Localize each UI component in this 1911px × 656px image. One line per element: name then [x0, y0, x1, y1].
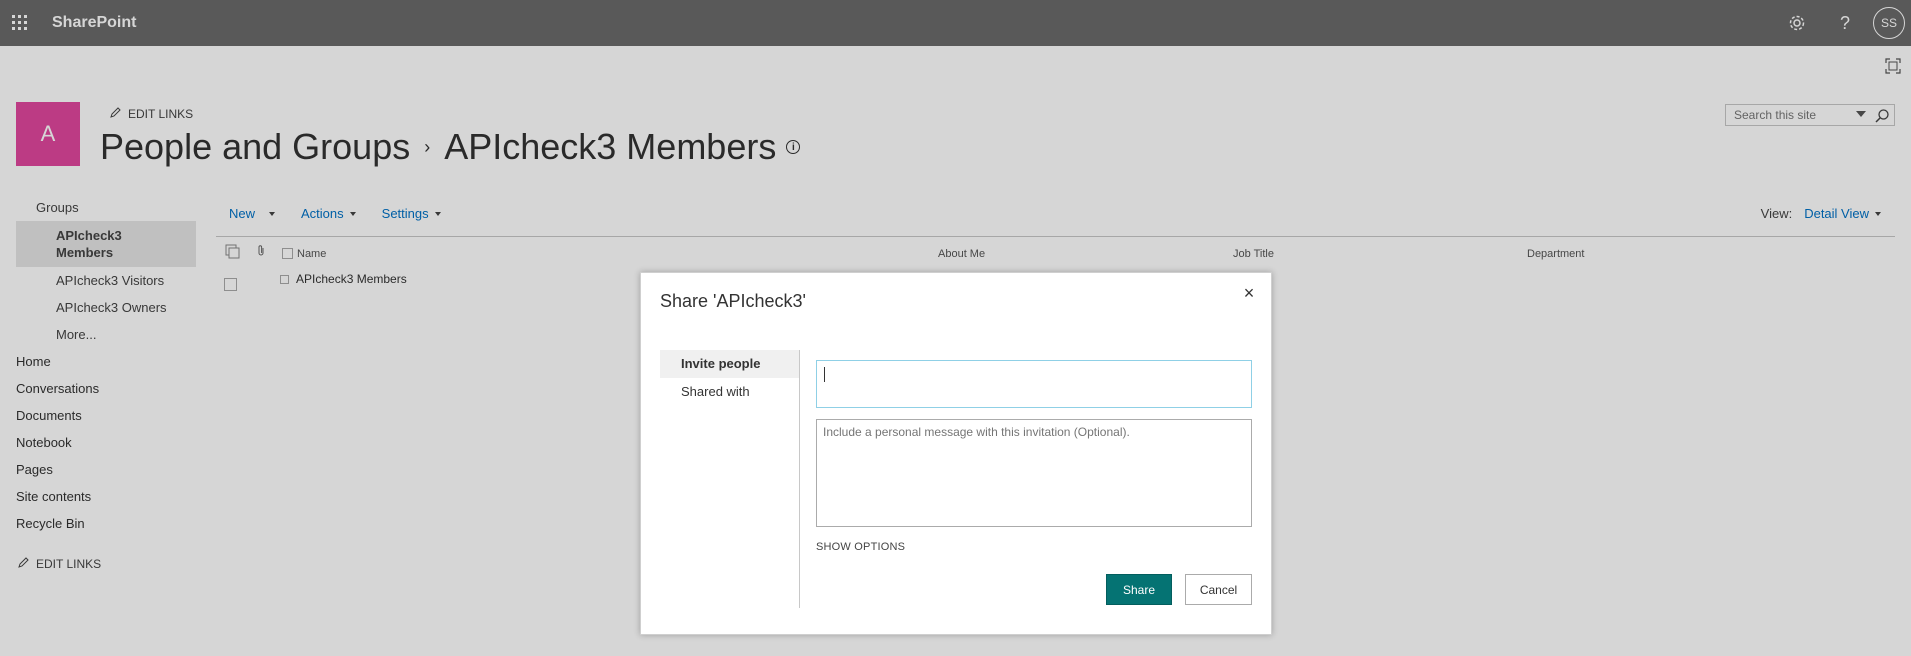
dialog-title: Share 'APIcheck3'	[660, 291, 806, 311]
close-icon[interactable]: ×	[1239, 283, 1259, 303]
text-cursor	[824, 367, 825, 382]
tab-invite-people[interactable]: Invite people	[660, 350, 799, 378]
share-dialog: Share 'APIcheck3' × Invite people Shared…	[640, 272, 1272, 635]
tab-shared-with[interactable]: Shared with	[660, 378, 799, 406]
people-picker-input[interactable]	[816, 360, 1252, 408]
show-options-link[interactable]: SHOW OPTIONS	[816, 541, 905, 553]
personal-message-field[interactable]	[816, 419, 1252, 527]
share-button[interactable]: Share	[1106, 574, 1172, 605]
cancel-button[interactable]: Cancel	[1185, 574, 1252, 605]
share-tabs: Invite people Shared with	[660, 350, 800, 608]
